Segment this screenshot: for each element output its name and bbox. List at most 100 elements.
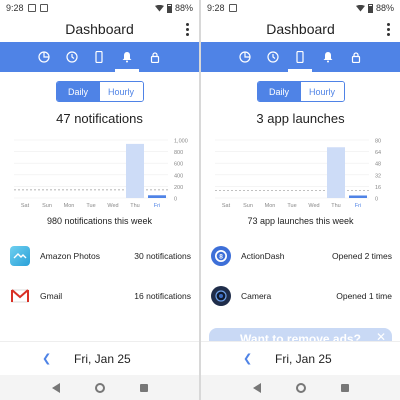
headline-count: 47 notifications xyxy=(56,111,143,126)
bell-icon xyxy=(323,52,333,63)
tab-bar xyxy=(201,42,400,72)
tab-usage[interactable] xyxy=(34,46,54,68)
phone-icon xyxy=(95,51,104,63)
hourly-toggle-button[interactable]: Hourly xyxy=(300,82,344,101)
status-bar: 9:28 88% xyxy=(0,0,199,16)
amazon-photos-icon xyxy=(10,246,30,266)
x-tick-label: Fri xyxy=(355,203,361,209)
wifi-icon xyxy=(154,4,164,12)
tab-usage[interactable] xyxy=(235,46,255,68)
y-tick-label: 64 xyxy=(375,150,381,156)
weekly-chart: 1,000 800 600 400 200 0 Sat Sun Mon Tue Wed Thu Fri xyxy=(0,132,199,214)
home-icon[interactable] xyxy=(94,382,105,393)
app-name: Amazon Photos xyxy=(40,251,101,261)
left-panel: 9:28 88% Dashboard Daily Hourly 47 notif… xyxy=(0,0,199,400)
more-options-icon[interactable] xyxy=(185,23,189,36)
lock-icon xyxy=(150,52,160,63)
clock-text: 9:28 xyxy=(207,3,225,13)
recents-icon[interactable] xyxy=(340,383,349,392)
date-navigation: ❮ Fri, Jan 25 xyxy=(0,341,199,375)
svg-text:8: 8 xyxy=(219,254,223,261)
pie-chart-icon xyxy=(239,51,251,63)
x-tick-label: Mon xyxy=(265,203,276,209)
y-tick-label: 16 xyxy=(375,185,381,191)
app-list: Amazon Photos 30 notifications Gmail 16 … xyxy=(0,236,199,316)
app-count: 30 notifications xyxy=(134,251,191,261)
headline-count: 3 app launches xyxy=(256,111,345,126)
y-tick-label: 800 xyxy=(174,150,183,156)
x-tick-label: Fri xyxy=(154,203,160,209)
system-nav-bar xyxy=(0,375,199,400)
weekly-summary: 980 notifications this week xyxy=(46,216,153,226)
tab-unlocks[interactable] xyxy=(89,46,109,68)
list-item[interactable]: Gmail 16 notifications xyxy=(0,276,199,316)
x-tick-label: Sun xyxy=(243,203,253,209)
back-icon[interactable] xyxy=(252,382,261,393)
y-tick-label: 400 xyxy=(174,173,183,179)
app-count: 16 notifications xyxy=(134,291,191,301)
hourly-toggle-button[interactable]: Hourly xyxy=(99,82,143,101)
period-toggle: Daily Hourly xyxy=(256,81,345,102)
tab-lock[interactable] xyxy=(346,46,366,68)
screenshot-root: 9:28 88% Dashboard Daily Hourly 47 notif… xyxy=(0,0,400,400)
y-tick-label: 48 xyxy=(375,162,381,168)
bar-fri xyxy=(148,195,166,198)
recents-icon[interactable] xyxy=(139,383,148,392)
app-name: ActionDash xyxy=(241,251,285,261)
y-tick-label: 0 xyxy=(174,197,177,203)
app-name: Gmail xyxy=(40,291,63,301)
x-tick-label: Thu xyxy=(331,203,340,209)
y-tick-label: 200 xyxy=(174,185,183,191)
clock-icon xyxy=(267,51,279,63)
y-tick-label: 80 xyxy=(375,139,381,145)
back-icon[interactable] xyxy=(51,382,60,393)
tab-lock[interactable] xyxy=(145,46,165,68)
selected-date[interactable]: Fri, Jan 25 xyxy=(275,352,332,366)
actiondash-icon: 8 xyxy=(211,246,231,266)
image-notification-icon xyxy=(27,4,36,12)
weekly-bar-chart: 1,000 800 600 400 200 0 Sat Sun Mon Tue Wed Thu Fri xyxy=(14,139,188,209)
selected-date[interactable]: Fri, Jan 25 xyxy=(74,352,131,366)
y-tick-label: 32 xyxy=(375,173,381,179)
x-tick-label: Wed xyxy=(308,203,319,209)
y-tick-label: 0 xyxy=(375,197,378,203)
tab-notifications[interactable] xyxy=(115,46,140,72)
bar-fri xyxy=(349,195,367,198)
weekly-chart: 80 64 48 32 16 0 Sat Sun Mon Tue Wed Thu Fri xyxy=(201,132,400,214)
more-options-icon[interactable] xyxy=(386,23,390,36)
x-tick-label: Tue xyxy=(287,203,296,209)
battery-icon xyxy=(166,3,172,13)
tab-screen-time[interactable] xyxy=(62,46,82,68)
right-panel: 9:28 88% Dashboard Daily Hourly 3 app la… xyxy=(201,0,400,400)
app-list: 8 ActionDash Opened 2 times Camera Opene… xyxy=(201,236,400,316)
y-tick-label: 600 xyxy=(174,162,183,168)
x-tick-label: Sat xyxy=(21,203,30,209)
daily-toggle-button[interactable]: Daily xyxy=(56,82,100,101)
tab-screen-time[interactable] xyxy=(263,46,283,68)
tab-notifications[interactable] xyxy=(318,46,338,68)
sim-icon xyxy=(39,4,48,12)
battery-icon xyxy=(367,3,373,13)
page-title: Dashboard xyxy=(65,21,134,37)
list-item[interactable]: Camera Opened 1 time xyxy=(201,276,400,316)
daily-toggle-button[interactable]: Daily xyxy=(257,82,301,101)
home-icon[interactable] xyxy=(295,382,306,393)
tab-unlocks[interactable] xyxy=(288,46,313,72)
clock-icon xyxy=(66,51,78,63)
x-tick-label: Sat xyxy=(222,203,231,209)
app-count: Opened 2 times xyxy=(331,251,392,261)
app-count: Opened 1 time xyxy=(336,291,392,301)
gmail-icon xyxy=(10,286,30,306)
weekly-bar-chart: 80 64 48 32 16 0 Sat Sun Mon Tue Wed Thu Fri xyxy=(215,139,381,209)
page-title: Dashboard xyxy=(266,21,335,37)
x-tick-label: Mon xyxy=(64,203,75,209)
previous-day-chevron-icon[interactable]: ❮ xyxy=(243,352,261,365)
system-nav-bar xyxy=(201,375,400,400)
bell-icon xyxy=(122,52,132,63)
clock-text: 9:28 xyxy=(6,3,24,13)
list-item[interactable]: Amazon Photos 30 notifications xyxy=(0,236,199,276)
previous-day-chevron-icon[interactable]: ❮ xyxy=(42,352,60,365)
x-tick-label: Tue xyxy=(86,203,95,209)
weekly-summary: 73 app launches this week xyxy=(247,216,354,226)
list-item[interactable]: 8 ActionDash Opened 2 times xyxy=(201,236,400,276)
